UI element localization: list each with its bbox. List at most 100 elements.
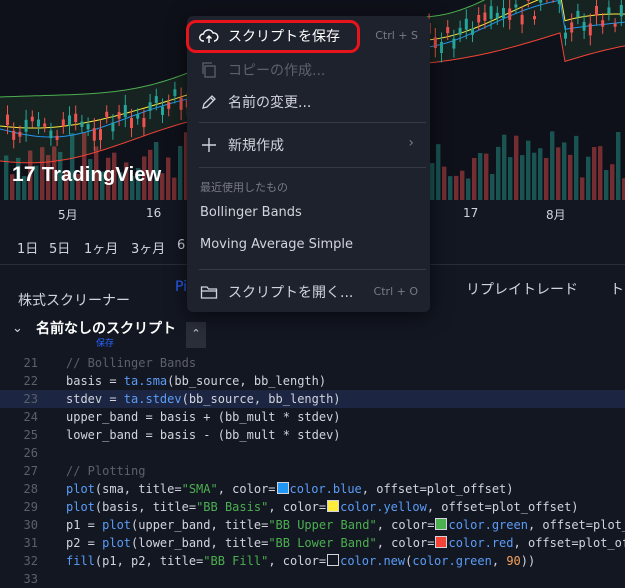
candle-body	[570, 22, 574, 33]
code-line[interactable]: 29 plot(basis, title="BB Basis", color= co…	[0, 498, 625, 516]
candle-body	[117, 112, 121, 119]
color-swatch	[435, 536, 448, 548]
menu-item-recent-bollinger[interactable]: Bollinger Bands	[187, 199, 430, 229]
candle-body	[514, 4, 518, 8]
line-number: 30	[23, 518, 38, 532]
tab-replay-trade[interactable]: リプレイトレード	[466, 279, 578, 299]
collapse-chevron-icon[interactable]: ⌄	[12, 321, 23, 336]
volume-bar	[496, 146, 501, 200]
code-line[interactable]: 26	[0, 444, 625, 462]
tradingview-mark-icon: 17	[12, 163, 36, 186]
volume-bar	[562, 142, 567, 200]
volume-bar	[598, 146, 603, 200]
time-axis-label: 16	[146, 206, 162, 220]
volume-bar	[436, 144, 441, 200]
candle-body	[588, 23, 592, 36]
candle-body	[433, 37, 437, 49]
candle-body	[539, 0, 543, 3]
code-line[interactable]: 28 plot(sma, title="SMA", color= color.blu…	[0, 480, 625, 498]
shortcut-hint: Ctrl + O	[373, 285, 418, 298]
line-number: 32	[23, 554, 38, 568]
code-line[interactable]: 23 stdev = ta.stdev(bb_source, bb_length)	[0, 390, 625, 408]
candle-body	[61, 119, 65, 127]
menu-item-recent-ma-simple[interactable]: Moving Average Simple	[187, 231, 430, 261]
volume-bar	[604, 169, 609, 200]
code-text: stdev = ta.stdev(bb_source, bb_length)	[66, 392, 341, 406]
line-number: 33	[23, 572, 38, 586]
range-button-3m[interactable]: 3ヶ月	[131, 238, 165, 257]
volume-bar	[568, 154, 573, 200]
menu-item-new[interactable]: 新規作成 ›	[187, 129, 430, 159]
candle-body	[452, 38, 456, 49]
line-number: 22	[23, 374, 38, 388]
volume-bar	[178, 145, 183, 200]
code-line[interactable]: 30 p1 = plot(upper_band, title="BB Upper …	[0, 516, 625, 534]
tab-trading-panel[interactable]: ト	[610, 279, 624, 299]
code-text: fill(p1, p2, title="BB Fill", color= colo…	[66, 554, 536, 568]
recent-section-header: 最近使用したもの	[200, 181, 288, 194]
range-button-1m[interactable]: 1ヶ月	[84, 238, 118, 257]
line-number: 29	[23, 500, 38, 514]
candle-body	[142, 118, 146, 128]
code-text: lower_band = basis - (bb_mult * stdev)	[66, 428, 341, 442]
save-status: 保存	[96, 339, 115, 349]
line-number: 26	[23, 446, 38, 460]
script-title[interactable]: 名前なしのスクリプト	[36, 318, 176, 338]
candle-body	[154, 96, 158, 104]
menu-item-rename[interactable]: 名前の変更...	[187, 86, 430, 116]
candle-body	[123, 104, 127, 118]
code-text: // Plotting	[66, 464, 146, 478]
volume-bar	[172, 177, 177, 200]
candle-body	[12, 130, 16, 140]
color-swatch	[327, 554, 340, 566]
candle-body	[86, 124, 90, 130]
code-line[interactable]: 21 // Bollinger Bands	[0, 354, 625, 372]
code-line[interactable]: 24 upper_band = basis + (bb_mult * stdev)	[0, 408, 625, 426]
tab-pine-editor[interactable]: Pi	[175, 279, 187, 295]
volume-bar	[430, 163, 435, 200]
code-line[interactable]: 33	[0, 570, 625, 588]
code-line[interactable]: 25 lower_band = basis - (bb_mult * stdev)	[0, 426, 625, 444]
volume-bar	[532, 152, 537, 200]
volume-bar	[460, 170, 465, 200]
range-button-6m[interactable]: 6	[177, 238, 185, 253]
volume-bar	[490, 173, 495, 200]
color-swatch	[435, 518, 448, 530]
candle-body	[24, 119, 28, 132]
volume-bar	[454, 175, 459, 200]
script-menu-button[interactable]: ⌃	[186, 322, 206, 348]
code-editor[interactable]: 21 // Bollinger Bands 22 basis = ta.sma(bb_…	[0, 354, 625, 586]
menu-divider	[199, 269, 426, 270]
code-line[interactable]: 32 fill(p1, p2, title="BB Fill", color= co…	[0, 552, 625, 570]
candle-body	[105, 111, 109, 117]
candle-body	[55, 135, 59, 140]
code-text: basis = ta.sma(bb_source, bb_length)	[66, 374, 327, 388]
volume-bar	[166, 157, 171, 200]
code-text: plot(sma, title="SMA", color= color.blue,…	[66, 482, 514, 496]
candle-body	[557, 0, 561, 5]
tradingview-logo: 17 TradingView	[12, 163, 161, 187]
candle-body	[446, 27, 450, 34]
menu-item-label: 新規作成	[228, 138, 284, 154]
volume-bar	[448, 176, 453, 200]
volume-bar	[478, 153, 483, 200]
volume-bar	[484, 153, 489, 200]
candle-body	[37, 119, 40, 127]
code-line[interactable]: 27 // Plotting	[0, 462, 625, 480]
shortcut-hint: Ctrl + S	[375, 29, 418, 42]
code-line[interactable]: 31 p2 = plot(lower_band, title="BB Lower …	[0, 534, 625, 552]
volume-bar	[538, 148, 543, 200]
candle-body	[595, 5, 598, 16]
range-button-5d[interactable]: 5日	[49, 238, 70, 257]
code-line[interactable]: 22 basis = ta.sma(bb_source, bb_length)	[0, 372, 625, 390]
candle-body	[80, 121, 84, 127]
time-axis-label: 8月	[546, 208, 566, 222]
copy-icon	[202, 62, 216, 78]
script-menu: スクリプトを保存 Ctrl + S コピーの作成... 名前の変更... 新規作…	[187, 16, 430, 312]
menu-item-open-script[interactable]: スクリプトを開く... Ctrl + O	[187, 276, 430, 306]
range-button-1d[interactable]: 1日	[17, 238, 38, 257]
candle-body	[130, 117, 133, 129]
tradingview-wordmark: TradingView	[41, 163, 162, 186]
volume-bar	[592, 147, 597, 200]
candle-body	[471, 28, 474, 35]
